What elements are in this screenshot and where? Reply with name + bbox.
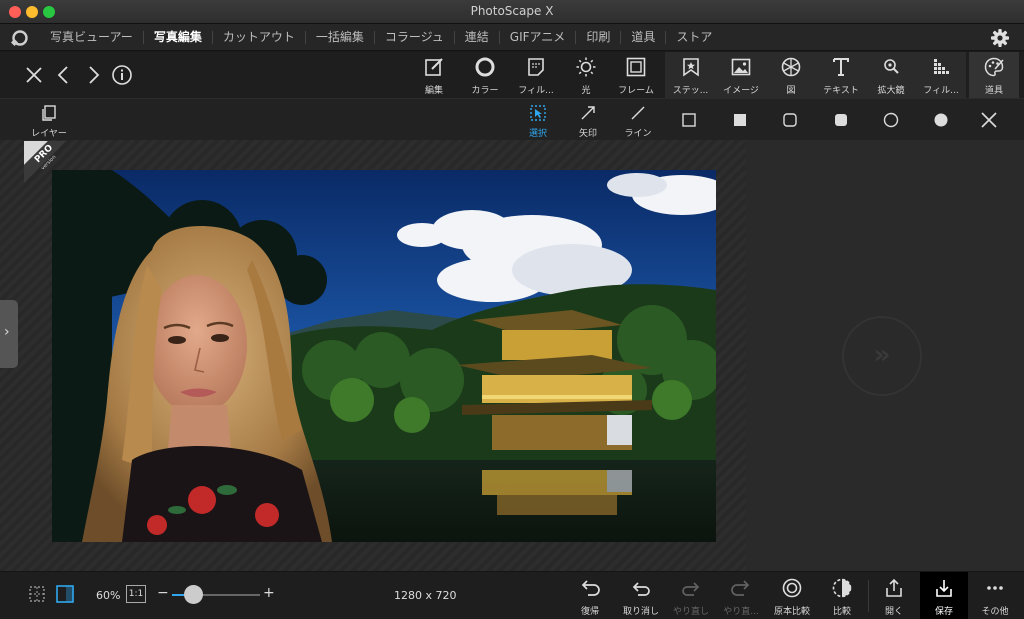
tool-frame[interactable]: フレーム	[614, 52, 658, 98]
tool-figure[interactable]: 図	[766, 52, 816, 98]
gear-icon[interactable]	[990, 28, 1010, 48]
close-icon[interactable]	[23, 64, 45, 86]
right-panel: »	[746, 140, 1024, 571]
zoom-in-button[interactable]: +	[263, 585, 275, 601]
tab-photo-viewer[interactable]: 写真ビューアー	[40, 31, 143, 44]
arrow-tool[interactable]: 矢印	[568, 99, 608, 141]
select-icon	[530, 105, 546, 121]
fill-icon	[934, 59, 949, 74]
app-logo-icon[interactable]	[10, 28, 30, 48]
undo-button[interactable]: 取り消し	[620, 572, 662, 619]
tool-color[interactable]: カラー	[463, 52, 507, 98]
rectangle-outline-icon[interactable]	[680, 111, 698, 129]
main-nav: 写真ビューアー 写真編集 カットアウト 一括編集 コラージュ 連結 GIFアニメ…	[0, 24, 1024, 51]
ellipse-filled-icon[interactable]	[932, 111, 950, 129]
share-open-icon	[886, 578, 902, 597]
double-chevron-right-icon: »	[873, 340, 891, 370]
line-tool[interactable]: ライン	[618, 99, 658, 141]
info-icon[interactable]	[111, 64, 133, 86]
tab-tools[interactable]: 道具	[620, 31, 665, 44]
frame-icon	[626, 57, 646, 77]
tab-print[interactable]: 印刷	[575, 31, 620, 44]
line-icon	[631, 106, 645, 120]
save-icon	[936, 580, 952, 597]
close-icon[interactable]	[979, 110, 999, 130]
more-icon	[987, 586, 1003, 590]
tool-text[interactable]: テキスト	[816, 52, 866, 98]
tab-collage[interactable]: コラージュ	[373, 31, 454, 44]
expand-panel-button[interactable]: »	[842, 316, 922, 396]
undo-icon	[632, 582, 650, 596]
filter-icon	[528, 58, 544, 76]
rounded-rectangle-filled-icon[interactable]	[832, 111, 850, 129]
tool-tools[interactable]: 道具	[969, 52, 1019, 98]
chevron-right-icon: ›	[4, 324, 10, 340]
actual-size-button[interactable]: 1:1	[126, 585, 146, 603]
tool-fill[interactable]: フィル...	[916, 52, 966, 98]
revert-icon	[581, 580, 600, 596]
tab-store[interactable]: ストア	[665, 31, 722, 44]
layers-icon	[42, 105, 56, 121]
tab-cutout[interactable]: カットアウト	[211, 31, 305, 44]
sub-toolbar: レイヤー 選択 矢印 ライン	[0, 98, 1024, 140]
layer-button[interactable]: レイヤー	[24, 99, 74, 141]
compare-original-icon	[782, 578, 802, 598]
redo-all-icon	[731, 580, 750, 596]
redo-icon	[682, 582, 700, 596]
compare-button[interactable]: 比較	[822, 572, 862, 619]
tool-light[interactable]: 光	[564, 52, 608, 98]
edited-photo	[52, 170, 716, 542]
text-icon	[833, 58, 849, 76]
zoom-value: 60%	[96, 589, 121, 602]
compare-icon	[832, 578, 852, 598]
marquee-grid-icon[interactable]	[27, 584, 47, 604]
tool-magnifier[interactable]: 拡大鏡	[866, 52, 916, 98]
revert-button[interactable]: 復帰	[570, 572, 610, 619]
tool-image[interactable]: イメージ	[716, 52, 766, 98]
tool-edit[interactable]: 編集	[412, 52, 456, 98]
nav-tabs: 写真ビューアー 写真編集 カットアウト 一括編集 コラージュ 連結 GIFアニメ…	[40, 24, 722, 51]
tool-sticker[interactable]: ステッ...	[665, 52, 716, 98]
edit-icon	[425, 58, 443, 76]
figure-icon	[781, 57, 801, 77]
tab-gif[interactable]: GIFアニメ	[498, 31, 576, 44]
previous-icon[interactable]	[53, 64, 75, 86]
window-title: PhotoScape X	[470, 4, 554, 18]
image-dimensions: 1280 x 720	[394, 589, 457, 602]
tab-combine[interactable]: 連結	[453, 31, 499, 44]
separator	[868, 580, 869, 612]
rectangle-filled-icon[interactable]	[731, 111, 749, 129]
zoom-out-button[interactable]: −	[157, 585, 169, 601]
zoom-slider-thumb[interactable]	[184, 585, 204, 604]
magnifier-icon	[884, 59, 899, 74]
next-icon[interactable]	[82, 64, 104, 86]
redo-button[interactable]: やり直し	[670, 572, 712, 619]
tools-palette-icon	[984, 57, 1004, 77]
bottom-bar: 60% 1:1 − + 1280 x 720 復帰 取り消し やり直し やり直.…	[0, 571, 1024, 619]
title-bar: PhotoScape X	[0, 0, 1024, 24]
compare-original-button[interactable]: 原本比較	[770, 572, 814, 619]
sticker-icon	[682, 58, 699, 77]
tools-row: 編集 カラー フィル... 光 フレーム ステッ... イメージ 図 テキスト …	[0, 52, 1024, 98]
tool-filter[interactable]: フィル...	[512, 52, 560, 98]
photo-canvas[interactable]	[52, 170, 716, 542]
fit-view-icon[interactable]	[55, 584, 75, 604]
arrow-icon	[581, 106, 595, 120]
ellipse-outline-icon[interactable]	[882, 111, 900, 129]
select-tool[interactable]: 選択	[518, 99, 558, 141]
left-panel-toggle[interactable]: ›	[0, 300, 18, 368]
tab-batch[interactable]: 一括編集	[304, 31, 374, 44]
image-icon	[731, 58, 751, 76]
tab-photo-editor[interactable]: 写真編集	[142, 31, 212, 44]
more-button[interactable]: その他	[974, 572, 1016, 619]
light-icon	[576, 57, 596, 77]
color-icon	[475, 57, 495, 77]
redo-all-button[interactable]: やり直...	[720, 572, 762, 619]
open-button[interactable]: 開く	[874, 572, 914, 619]
rounded-rectangle-outline-icon[interactable]	[781, 111, 799, 129]
save-button[interactable]: 保存	[920, 572, 968, 619]
